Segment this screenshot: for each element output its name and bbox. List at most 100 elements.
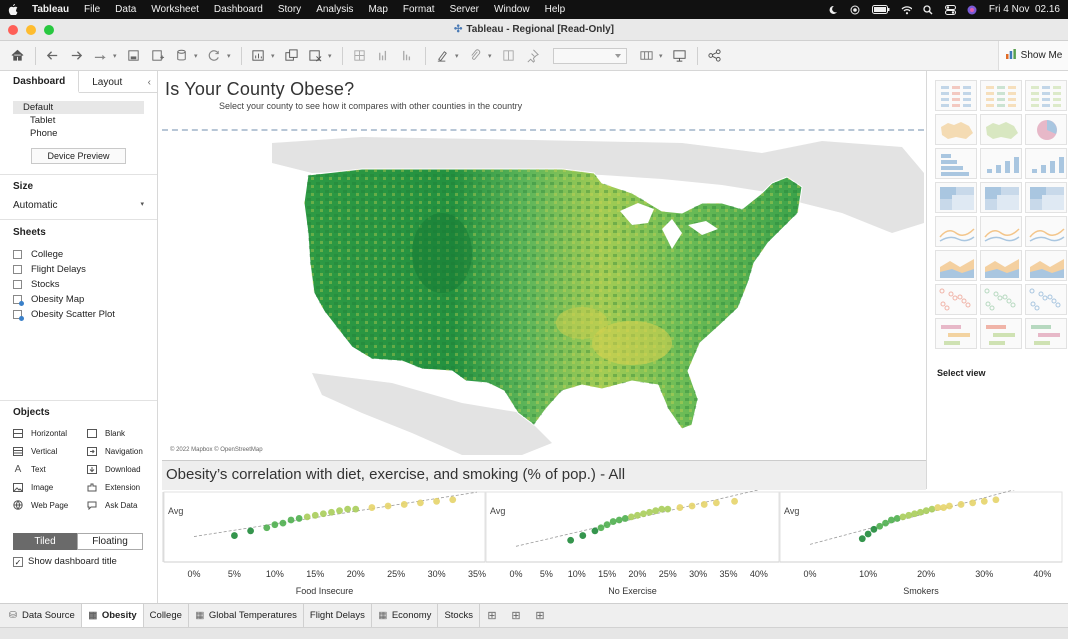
menu-dashboard[interactable]: Dashboard	[214, 4, 263, 15]
close-window-button[interactable]	[8, 24, 18, 35]
object-ask-data[interactable]: Ask Data	[87, 499, 149, 511]
swap-rows-columns-icon[interactable]	[348, 45, 370, 67]
object-horizontal[interactable]: Horizontal	[13, 427, 87, 439]
object-image[interactable]: Image	[13, 481, 87, 493]
highlight-table-thumbnail-icon[interactable]	[1025, 80, 1067, 111]
chevron-down-icon[interactable]: ▾	[194, 45, 200, 67]
area-continuous-thumbnail-icon[interactable]	[935, 250, 977, 281]
line-discrete-thumbnail-icon[interactable]	[980, 216, 1022, 247]
packed-bubbles-thumbnail-icon[interactable]	[1025, 318, 1067, 349]
object-vertical[interactable]: Vertical	[13, 445, 87, 457]
object-blank[interactable]: Blank	[87, 427, 149, 439]
pin-icon[interactable]	[521, 45, 543, 67]
screen-record-icon[interactable]	[850, 4, 861, 15]
highlight-icon[interactable]	[431, 45, 453, 67]
chevron-down-icon[interactable]: ▾	[659, 45, 665, 67]
new-worksheet-tab-icon[interactable]: ⊞	[480, 604, 504, 628]
menu-file[interactable]: File	[84, 4, 100, 15]
menu-story[interactable]: Story	[278, 4, 301, 15]
home-icon[interactable]	[6, 45, 28, 67]
menu-map[interactable]: Map	[368, 4, 387, 15]
stacked-bars-thumbnail-icon[interactable]	[980, 148, 1022, 179]
pie-chart-thumbnail-icon[interactable]	[1025, 114, 1067, 145]
circle-views-thumbnail-icon[interactable]	[980, 182, 1022, 213]
text-table-thumbnail-icon[interactable]	[935, 80, 977, 111]
symbol-map-thumbnail-icon[interactable]	[935, 114, 977, 145]
duplicate-icon[interactable]	[280, 45, 302, 67]
side-by-side-bars-thumbnail-icon[interactable]	[1025, 148, 1067, 179]
heat-map-thumbnail-icon[interactable]	[980, 80, 1022, 111]
moon-icon[interactable]	[828, 4, 839, 15]
collapse-panel-icon[interactable]: ‹	[142, 71, 157, 93]
tab-obesity[interactable]: ▦ Obesity	[81, 603, 144, 628]
menu-worksheet[interactable]: Worksheet	[151, 4, 199, 15]
sheet-item-flight-delays[interactable]: Flight Delays	[13, 262, 144, 277]
siri-icon[interactable]	[967, 4, 978, 15]
clear-sheet-icon[interactable]	[304, 45, 326, 67]
sheet-item-obesity-map[interactable]: Obesity Map	[13, 292, 144, 307]
refresh-icon[interactable]	[203, 45, 225, 67]
tab-global-temperatures[interactable]: ▦ Global Temperatures	[189, 603, 304, 628]
share-icon[interactable]	[703, 45, 725, 67]
menu-data[interactable]: Data	[115, 4, 136, 15]
menu-app-name[interactable]: Tableau	[32, 4, 69, 15]
sort-ascending-icon[interactable]	[372, 45, 394, 67]
tab-dashboard[interactable]: Dashboard	[0, 71, 80, 93]
tab-layout[interactable]: Layout	[79, 71, 135, 93]
chevron-down-icon[interactable]: ▾	[455, 45, 461, 67]
filled-map-thumbnail-icon[interactable]	[980, 114, 1022, 145]
object-download[interactable]: Download	[87, 463, 149, 475]
device-tablet[interactable]: Tablet	[13, 114, 144, 127]
spotlight-search-icon[interactable]	[923, 4, 934, 15]
object-navigation[interactable]: Navigation	[87, 445, 149, 457]
tiled-toggle[interactable]: Tiled	[13, 533, 77, 550]
new-story-tab-icon[interactable]: ⊞	[528, 604, 552, 628]
zoom-window-button[interactable]	[44, 24, 54, 35]
menu-format[interactable]: Format	[403, 4, 435, 15]
menubar-clock[interactable]: Fri 4 Nov 02.16	[989, 4, 1060, 15]
scatter-plots[interactable]: Avg 0% 5% 10% 15% 20% 25% 30% 35% Food Insecure Av…	[158, 490, 1068, 603]
new-dashboard-tab-icon[interactable]: ⊞	[504, 604, 528, 628]
bullet-graph-thumbnail-icon[interactable]	[980, 318, 1022, 349]
presentation-mode-icon[interactable]	[668, 45, 690, 67]
menu-analysis[interactable]: Analysis	[316, 4, 353, 15]
chevron-down-icon[interactable]: ▾	[227, 45, 233, 67]
box-and-whisker-thumbnail-icon[interactable]	[1025, 284, 1067, 315]
tab-economy[interactable]: ▦ Economy	[372, 603, 439, 628]
horizontal-bars-thumbnail-icon[interactable]	[935, 148, 977, 179]
undo-icon[interactable]	[41, 45, 63, 67]
menu-window[interactable]: Window	[494, 4, 530, 15]
area-discrete-thumbnail-icon[interactable]	[980, 250, 1022, 281]
object-text[interactable]: A Text	[13, 463, 87, 475]
histogram-thumbnail-icon[interactable]	[980, 284, 1022, 315]
new-data-source-icon[interactable]	[146, 45, 168, 67]
chevron-down-icon[interactable]: ▾	[488, 45, 494, 67]
tab-flight-delays[interactable]: Flight Delays	[304, 603, 372, 628]
battery-icon[interactable]	[871, 4, 890, 15]
sort-descending-icon[interactable]	[396, 45, 418, 67]
device-phone[interactable]: Phone	[13, 127, 144, 140]
tab-data-source[interactable]: ⛁ Data Source	[6, 603, 82, 628]
sheet-item-obesity-scatter-plot[interactable]: Obesity Scatter Plot	[13, 307, 144, 322]
device-preview-button[interactable]: Device Preview	[31, 148, 126, 164]
gantt-thumbnail-icon[interactable]	[935, 318, 977, 349]
apple-icon[interactable]	[8, 4, 18, 16]
fit-icon[interactable]	[497, 45, 519, 67]
new-worksheet-icon[interactable]	[247, 45, 269, 67]
wifi-icon[interactable]	[901, 4, 912, 15]
object-extension[interactable]: Extension	[87, 481, 149, 493]
floating-toggle[interactable]: Floating	[77, 533, 143, 550]
menu-help[interactable]: Help	[545, 4, 566, 15]
obesity-map[interactable]: © 2022 Mapbox © OpenStreetMap	[162, 133, 924, 455]
dual-combination-thumbnail-icon[interactable]	[1025, 250, 1067, 281]
save-icon[interactable]	[122, 45, 144, 67]
tab-college[interactable]: College	[144, 603, 189, 628]
device-default[interactable]: Default	[13, 101, 144, 114]
database-icon[interactable]	[170, 45, 192, 67]
attach-icon[interactable]	[464, 45, 486, 67]
side-by-side-circles-thumbnail-icon[interactable]	[1025, 182, 1067, 213]
sheet-item-stocks[interactable]: Stocks	[13, 277, 144, 292]
treemap-thumbnail-icon[interactable]	[935, 182, 977, 213]
tab-stocks[interactable]: Stocks	[438, 603, 480, 628]
chevron-down-icon[interactable]: ▾	[271, 45, 277, 67]
